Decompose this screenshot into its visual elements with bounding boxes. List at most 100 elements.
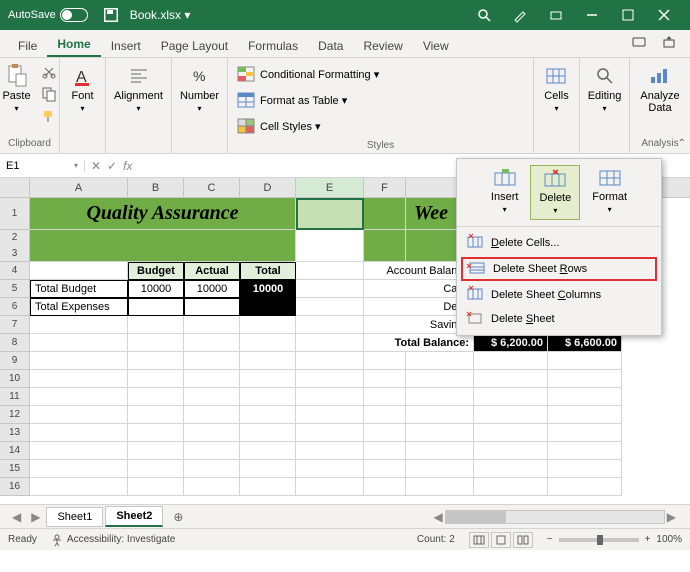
cell-f1[interactable] bbox=[364, 198, 406, 230]
zoom-out-icon[interactable]: − bbox=[547, 534, 553, 545]
close-icon[interactable] bbox=[646, 0, 682, 30]
view-page-layout-icon[interactable] bbox=[491, 532, 511, 548]
rowhdr-2-3[interactable]: 23 bbox=[0, 230, 30, 262]
zoom-in-icon[interactable]: + bbox=[645, 534, 651, 545]
cell-e2[interactable] bbox=[296, 230, 364, 262]
number-button[interactable]: % Number ▾ bbox=[178, 62, 221, 115]
cell-title-left[interactable]: Quality Assurance bbox=[30, 198, 296, 230]
cell-a4[interactable] bbox=[30, 262, 128, 280]
menu-delete-sheet[interactable]: Delete Sheet bbox=[457, 307, 661, 331]
insert-dropdown-button[interactable]: Insert▾ bbox=[483, 165, 527, 220]
font-button[interactable]: A Font ▾ bbox=[69, 62, 97, 115]
tab-insert[interactable]: Insert bbox=[101, 35, 151, 57]
cell-e6[interactable] bbox=[296, 298, 364, 316]
col-b[interactable]: B bbox=[128, 178, 184, 197]
col-d[interactable]: D bbox=[240, 178, 296, 197]
tab-pagelayout[interactable]: Page Layout bbox=[151, 35, 238, 57]
cell-c6[interactable] bbox=[184, 298, 240, 316]
col-e[interactable]: E bbox=[296, 178, 364, 197]
cell-a2[interactable] bbox=[30, 230, 296, 262]
enter-formula-icon[interactable]: ✓ bbox=[107, 159, 117, 173]
sheet-tab-2[interactable]: Sheet2 bbox=[105, 506, 163, 527]
select-all-corner[interactable] bbox=[0, 178, 30, 197]
col-a[interactable]: A bbox=[30, 178, 128, 197]
sheet-nav-next-icon[interactable]: ▶ bbox=[27, 510, 44, 524]
conditional-formatting-button[interactable]: Conditional Formatting ▾ bbox=[236, 62, 525, 86]
rowhdr-9[interactable]: 9 bbox=[0, 352, 30, 370]
sheet-nav-prev-icon[interactable]: ◀ bbox=[8, 510, 25, 524]
cell-e5[interactable] bbox=[296, 280, 364, 298]
cell-total-balance[interactable]: Total Balance: bbox=[364, 334, 474, 352]
rowhdr-16[interactable]: 16 bbox=[0, 478, 30, 496]
cell-d6[interactable] bbox=[240, 298, 296, 316]
rowhdr-6[interactable]: 6 bbox=[0, 298, 30, 316]
menu-delete-sheet-columns[interactable]: Delete Sheet Columns bbox=[457, 283, 661, 307]
cell-d4[interactable]: Total bbox=[240, 262, 296, 280]
save-icon[interactable] bbox=[104, 8, 118, 22]
pen-icon[interactable] bbox=[502, 0, 538, 30]
rowhdr-13[interactable]: 13 bbox=[0, 424, 30, 442]
tab-review[interactable]: Review bbox=[353, 35, 412, 57]
comments-icon[interactable] bbox=[626, 32, 652, 57]
maximize-icon[interactable] bbox=[610, 0, 646, 30]
cell-f2[interactable] bbox=[364, 230, 406, 262]
cell-styles-button[interactable]: Cell Styles ▾ bbox=[236, 114, 525, 138]
share-icon[interactable] bbox=[656, 32, 682, 57]
editing-button[interactable]: Editing ▾ bbox=[586, 62, 624, 115]
rowhdr-5[interactable]: 5 bbox=[0, 280, 30, 298]
cell-c4[interactable]: Actual bbox=[184, 262, 240, 280]
copy-icon[interactable] bbox=[39, 84, 59, 104]
rowhdr-15[interactable]: 15 bbox=[0, 460, 30, 478]
col-c[interactable]: C bbox=[184, 178, 240, 197]
status-accessibility[interactable]: Accessibility: Investigate bbox=[51, 534, 175, 546]
autosave-toggle[interactable]: AutoSave bbox=[8, 8, 88, 22]
cell-h8[interactable]: $ 6,200.00 bbox=[474, 334, 548, 352]
analyze-data-button[interactable]: Analyze Data bbox=[638, 62, 682, 116]
cell-i8[interactable]: $ 6,600.00 bbox=[548, 334, 622, 352]
view-page-break-icon[interactable] bbox=[513, 532, 533, 548]
tab-formulas[interactable]: Formulas bbox=[238, 35, 308, 57]
rowhdr-11[interactable]: 11 bbox=[0, 388, 30, 406]
format-as-table-button[interactable]: Format as Table ▾ bbox=[236, 88, 525, 112]
format-dropdown-button[interactable]: Format▾ bbox=[584, 165, 635, 220]
cells-button[interactable]: Cells ▾ bbox=[542, 62, 570, 115]
name-box[interactable]: E1 ▾ bbox=[0, 160, 85, 172]
rowhdr-10[interactable]: 10 bbox=[0, 370, 30, 388]
view-normal-icon[interactable] bbox=[469, 532, 489, 548]
zoom-slider[interactable] bbox=[559, 538, 639, 542]
cut-icon[interactable] bbox=[39, 62, 59, 82]
zoom-control[interactable]: − + 100% bbox=[547, 534, 682, 545]
cancel-formula-icon[interactable]: ✕ bbox=[91, 159, 101, 173]
collapse-ribbon-icon[interactable]: ⌃ bbox=[678, 138, 686, 149]
search-icon[interactable] bbox=[466, 0, 502, 30]
rowhdr-1[interactable]: 1 bbox=[0, 198, 30, 230]
horizontal-scrollbar[interactable]: ◀ ▶ bbox=[193, 510, 682, 524]
sheet-tab-1[interactable]: Sheet1 bbox=[46, 507, 103, 527]
alignment-button[interactable]: Alignment ▾ bbox=[112, 62, 165, 115]
cell-a5[interactable]: Total Budget bbox=[30, 280, 128, 298]
zoom-value[interactable]: 100% bbox=[656, 534, 682, 545]
cell-d5[interactable]: 10000 bbox=[240, 280, 296, 298]
ribbon-mode-icon[interactable] bbox=[538, 0, 574, 30]
rowhdr-4[interactable]: 4 bbox=[0, 262, 30, 280]
cell-a6[interactable]: Total Expenses bbox=[30, 298, 128, 316]
cell-c5[interactable]: 10000 bbox=[184, 280, 240, 298]
cell-b5[interactable]: 10000 bbox=[128, 280, 184, 298]
paste-button[interactable]: Paste ▾ bbox=[0, 62, 32, 115]
add-sheet-button[interactable]: ⊕ bbox=[165, 507, 191, 527]
menu-delete-sheet-rows[interactable]: Delete Sheet Rows bbox=[461, 257, 657, 281]
format-painter-icon[interactable] bbox=[39, 106, 59, 126]
menu-delete-cells[interactable]: Delete Cells... bbox=[457, 231, 661, 255]
tab-file[interactable]: File bbox=[8, 35, 47, 57]
cell-e1-selected[interactable] bbox=[296, 198, 364, 230]
minimize-icon[interactable] bbox=[574, 0, 610, 30]
cell-e4[interactable] bbox=[296, 262, 364, 280]
fx-icon[interactable]: fx bbox=[123, 159, 132, 173]
tab-home[interactable]: Home bbox=[47, 33, 100, 57]
cell-b6[interactable] bbox=[128, 298, 184, 316]
rowhdr-14[interactable]: 14 bbox=[0, 442, 30, 460]
rowhdr-7[interactable]: 7 bbox=[0, 316, 30, 334]
filename[interactable]: Book.xlsx ▾ bbox=[130, 8, 191, 22]
delete-dropdown-button[interactable]: Delete▾ bbox=[530, 165, 580, 220]
rowhdr-8[interactable]: 8 bbox=[0, 334, 30, 352]
